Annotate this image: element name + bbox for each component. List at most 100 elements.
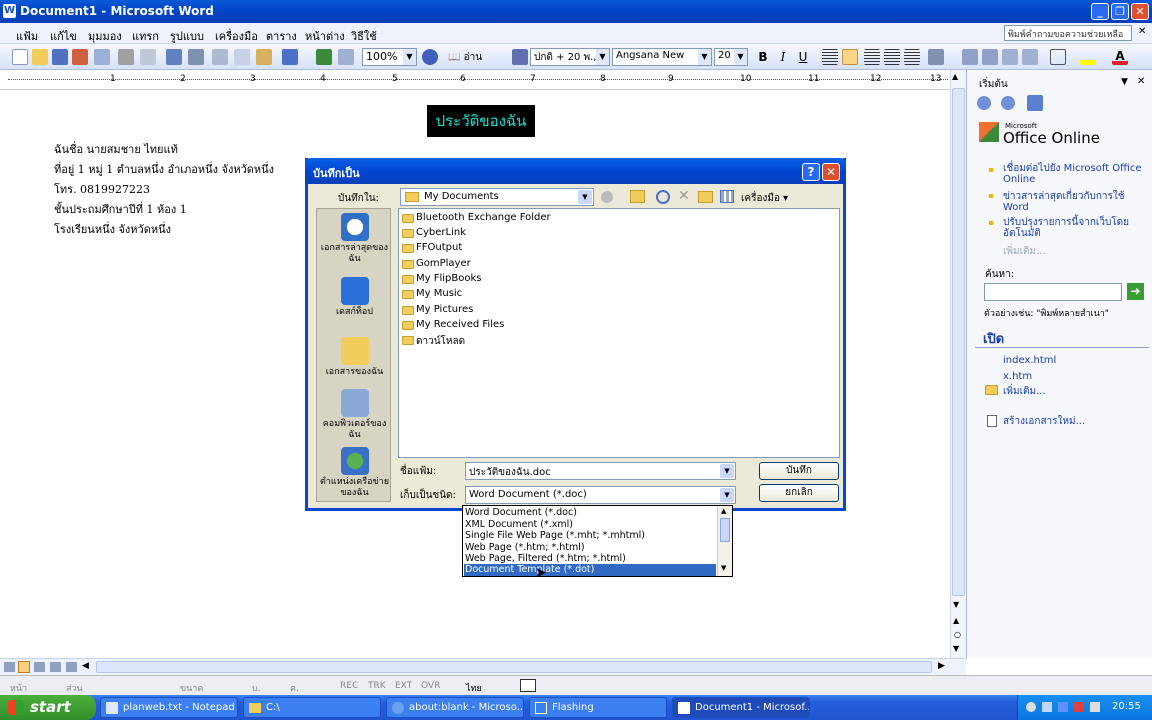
email-icon[interactable] [94,49,110,65]
browse-object-icon[interactable]: ○ [954,630,961,639]
folder-item[interactable]: My Pictures [401,304,473,319]
status-ext[interactable]: EXT [395,681,412,691]
web-view-icon[interactable] [18,661,30,673]
cancel-button[interactable]: ยกเลิก [759,484,839,502]
open-more-link[interactable]: เพิ่มเติม... [1003,386,1046,397]
menu-tools[interactable]: เครื่องมือ [215,27,258,45]
close-button[interactable]: ✕ [1131,3,1149,20]
filetype-option[interactable]: Word Document (*.doc) [464,507,716,519]
italic-button[interactable]: I [773,48,793,66]
filetype-option-selected[interactable]: Document Template (*.dot) [464,564,716,576]
folder-item[interactable]: ดาวน์โหลด [401,334,465,349]
highlight-icon[interactable] [1080,49,1096,65]
up-folder-icon[interactable] [630,190,645,203]
bullets-icon[interactable] [982,49,998,65]
font-size-select[interactable]: 20 ▼ [714,48,748,66]
place-my-computer[interactable]: คอมพิวเตอร์ของฉัน [317,389,392,441]
tools-menu[interactable]: เครื่องมือ ▾ [741,191,788,206]
next-page-icon[interactable]: ▼ [953,644,959,653]
menu-table[interactable]: ตาราง [266,27,297,45]
decrease-indent-icon[interactable] [1002,49,1018,65]
forward-icon[interactable] [1001,96,1015,110]
zoom-select[interactable]: 100% ▼ [362,48,417,66]
new-document-icon[interactable] [12,49,28,65]
tray-icon[interactable] [1090,702,1100,712]
font-select[interactable]: Angsana New ▼ [612,48,712,66]
chevron-down-icon[interactable]: ▼ [1121,77,1128,87]
tray-icon[interactable] [1058,702,1068,712]
numbering-icon[interactable] [962,49,978,65]
open-file-link[interactable]: x.htm [1003,371,1032,382]
help-icon[interactable] [422,49,438,65]
new-document-link[interactable]: สร้างเอกสารใหม่... [1003,416,1085,427]
delete-icon[interactable]: ✕ [678,188,690,204]
distributed-icon[interactable] [904,49,920,65]
borders-icon[interactable] [1050,49,1066,65]
menu-file[interactable]: แฟ้ม [16,27,38,45]
scroll-down-icon[interactable]: ▼ [953,600,959,609]
bold-button[interactable]: B [753,48,773,66]
justify-icon[interactable] [884,49,900,65]
scroll-left-icon[interactable]: ◀ [82,661,89,671]
dialog-close-button[interactable]: ✕ [822,163,840,181]
menu-help[interactable]: วิธีใช้ [351,27,377,45]
status-rec[interactable]: REC [340,681,358,691]
open-file-link[interactable]: index.html [1003,355,1056,366]
styles-icon[interactable] [512,49,528,65]
ruler[interactable]: 1 2 3 4 5 6 7 8 9 10 11 12 13 [0,70,950,90]
minimize-button[interactable]: _ [1091,3,1109,20]
folder-item[interactable]: My Music [401,288,462,303]
back-icon[interactable] [977,96,991,110]
folder-item[interactable]: Bluetooth Exchange Folder [401,212,551,227]
paste-icon[interactable] [256,49,272,65]
dialog-help-button[interactable]: ? [802,163,820,181]
search-web-icon[interactable] [656,190,670,204]
previous-page-icon[interactable]: ▲ [953,616,959,625]
menu-edit[interactable]: แก้ไข [50,27,77,45]
normal-view-icon[interactable] [4,662,15,672]
task-word[interactable]: Document1 - Microsof... [672,697,810,718]
tray-icon[interactable] [1042,702,1052,712]
start-button[interactable]: start [0,695,96,720]
hyperlink-icon[interactable] [316,49,332,65]
line-spacing-icon[interactable] [928,49,944,65]
link-news[interactable]: ข่าวสารล่าสุดเกี่ยวกับการใช้ Word [1003,191,1143,213]
file-list[interactable]: Bluetooth Exchange Folder CyberLink FFOu… [398,208,840,458]
place-desktop[interactable]: เดสก์ท็อป [317,277,392,318]
menu-window[interactable]: หน้าต่าง [305,27,345,45]
style-select[interactable]: ปกติ + 20 พ., เ ▼ [530,48,610,66]
link-more[interactable]: เพิ่มเติม... [1003,246,1046,257]
menu-format[interactable]: รูปแบบ [170,27,204,45]
hscroll-thumb[interactable] [96,661,932,673]
folder-item[interactable]: CyberLink [401,227,466,242]
task-explorer[interactable]: C:\ [243,697,381,718]
filetype-option[interactable]: Single File Web Page (*.mht; *.mhtml) [464,530,716,542]
link-update[interactable]: ปรับปรุงรายการนี้จากเว็บโดยอัตโนมัติ [1003,217,1143,239]
filename-input[interactable]: ประวัติของฉัน.doc ▼ [465,462,736,480]
save-icon[interactable] [52,49,68,65]
tray-icon[interactable] [1026,702,1036,712]
undo-icon[interactable] [282,49,298,65]
horizontal-scrollbar[interactable]: ◀ ▶ [0,658,966,675]
permission-icon[interactable] [72,49,88,65]
place-my-documents[interactable]: เอกสารของฉัน [317,337,392,378]
home-icon[interactable] [1027,95,1043,111]
task-notepad[interactable]: planweb.txt - Notepad [100,697,238,718]
outline-view-icon[interactable] [50,662,61,672]
cut-icon[interactable] [212,49,228,65]
help-search-input[interactable]: พิมพ์คำถามขอความช่วยเหลือ [1004,25,1132,41]
save-button[interactable]: บันทึก [759,462,839,480]
status-ovr[interactable]: OVR [421,681,440,691]
dropdown-scrollbar[interactable]: ▲ ▼ [717,506,732,576]
reading-view-icon[interactable] [66,662,77,672]
copy-icon[interactable] [234,49,250,65]
align-center-icon[interactable] [842,49,858,65]
open-icon[interactable] [32,49,48,65]
read-button[interactable]: 📖 อ่าน [448,50,482,65]
filetype-dropdown-list[interactable]: Word Document (*.doc) XML Document (*.xm… [462,505,733,577]
link-connect-office[interactable]: เชื่อมต่อไปยัง Microsoft Office Online [1003,163,1143,185]
scroll-thumb[interactable] [952,88,965,596]
search-input[interactable] [984,283,1122,301]
scroll-right-icon[interactable]: ▶ [938,661,945,671]
tray-icon[interactable] [1074,702,1084,712]
